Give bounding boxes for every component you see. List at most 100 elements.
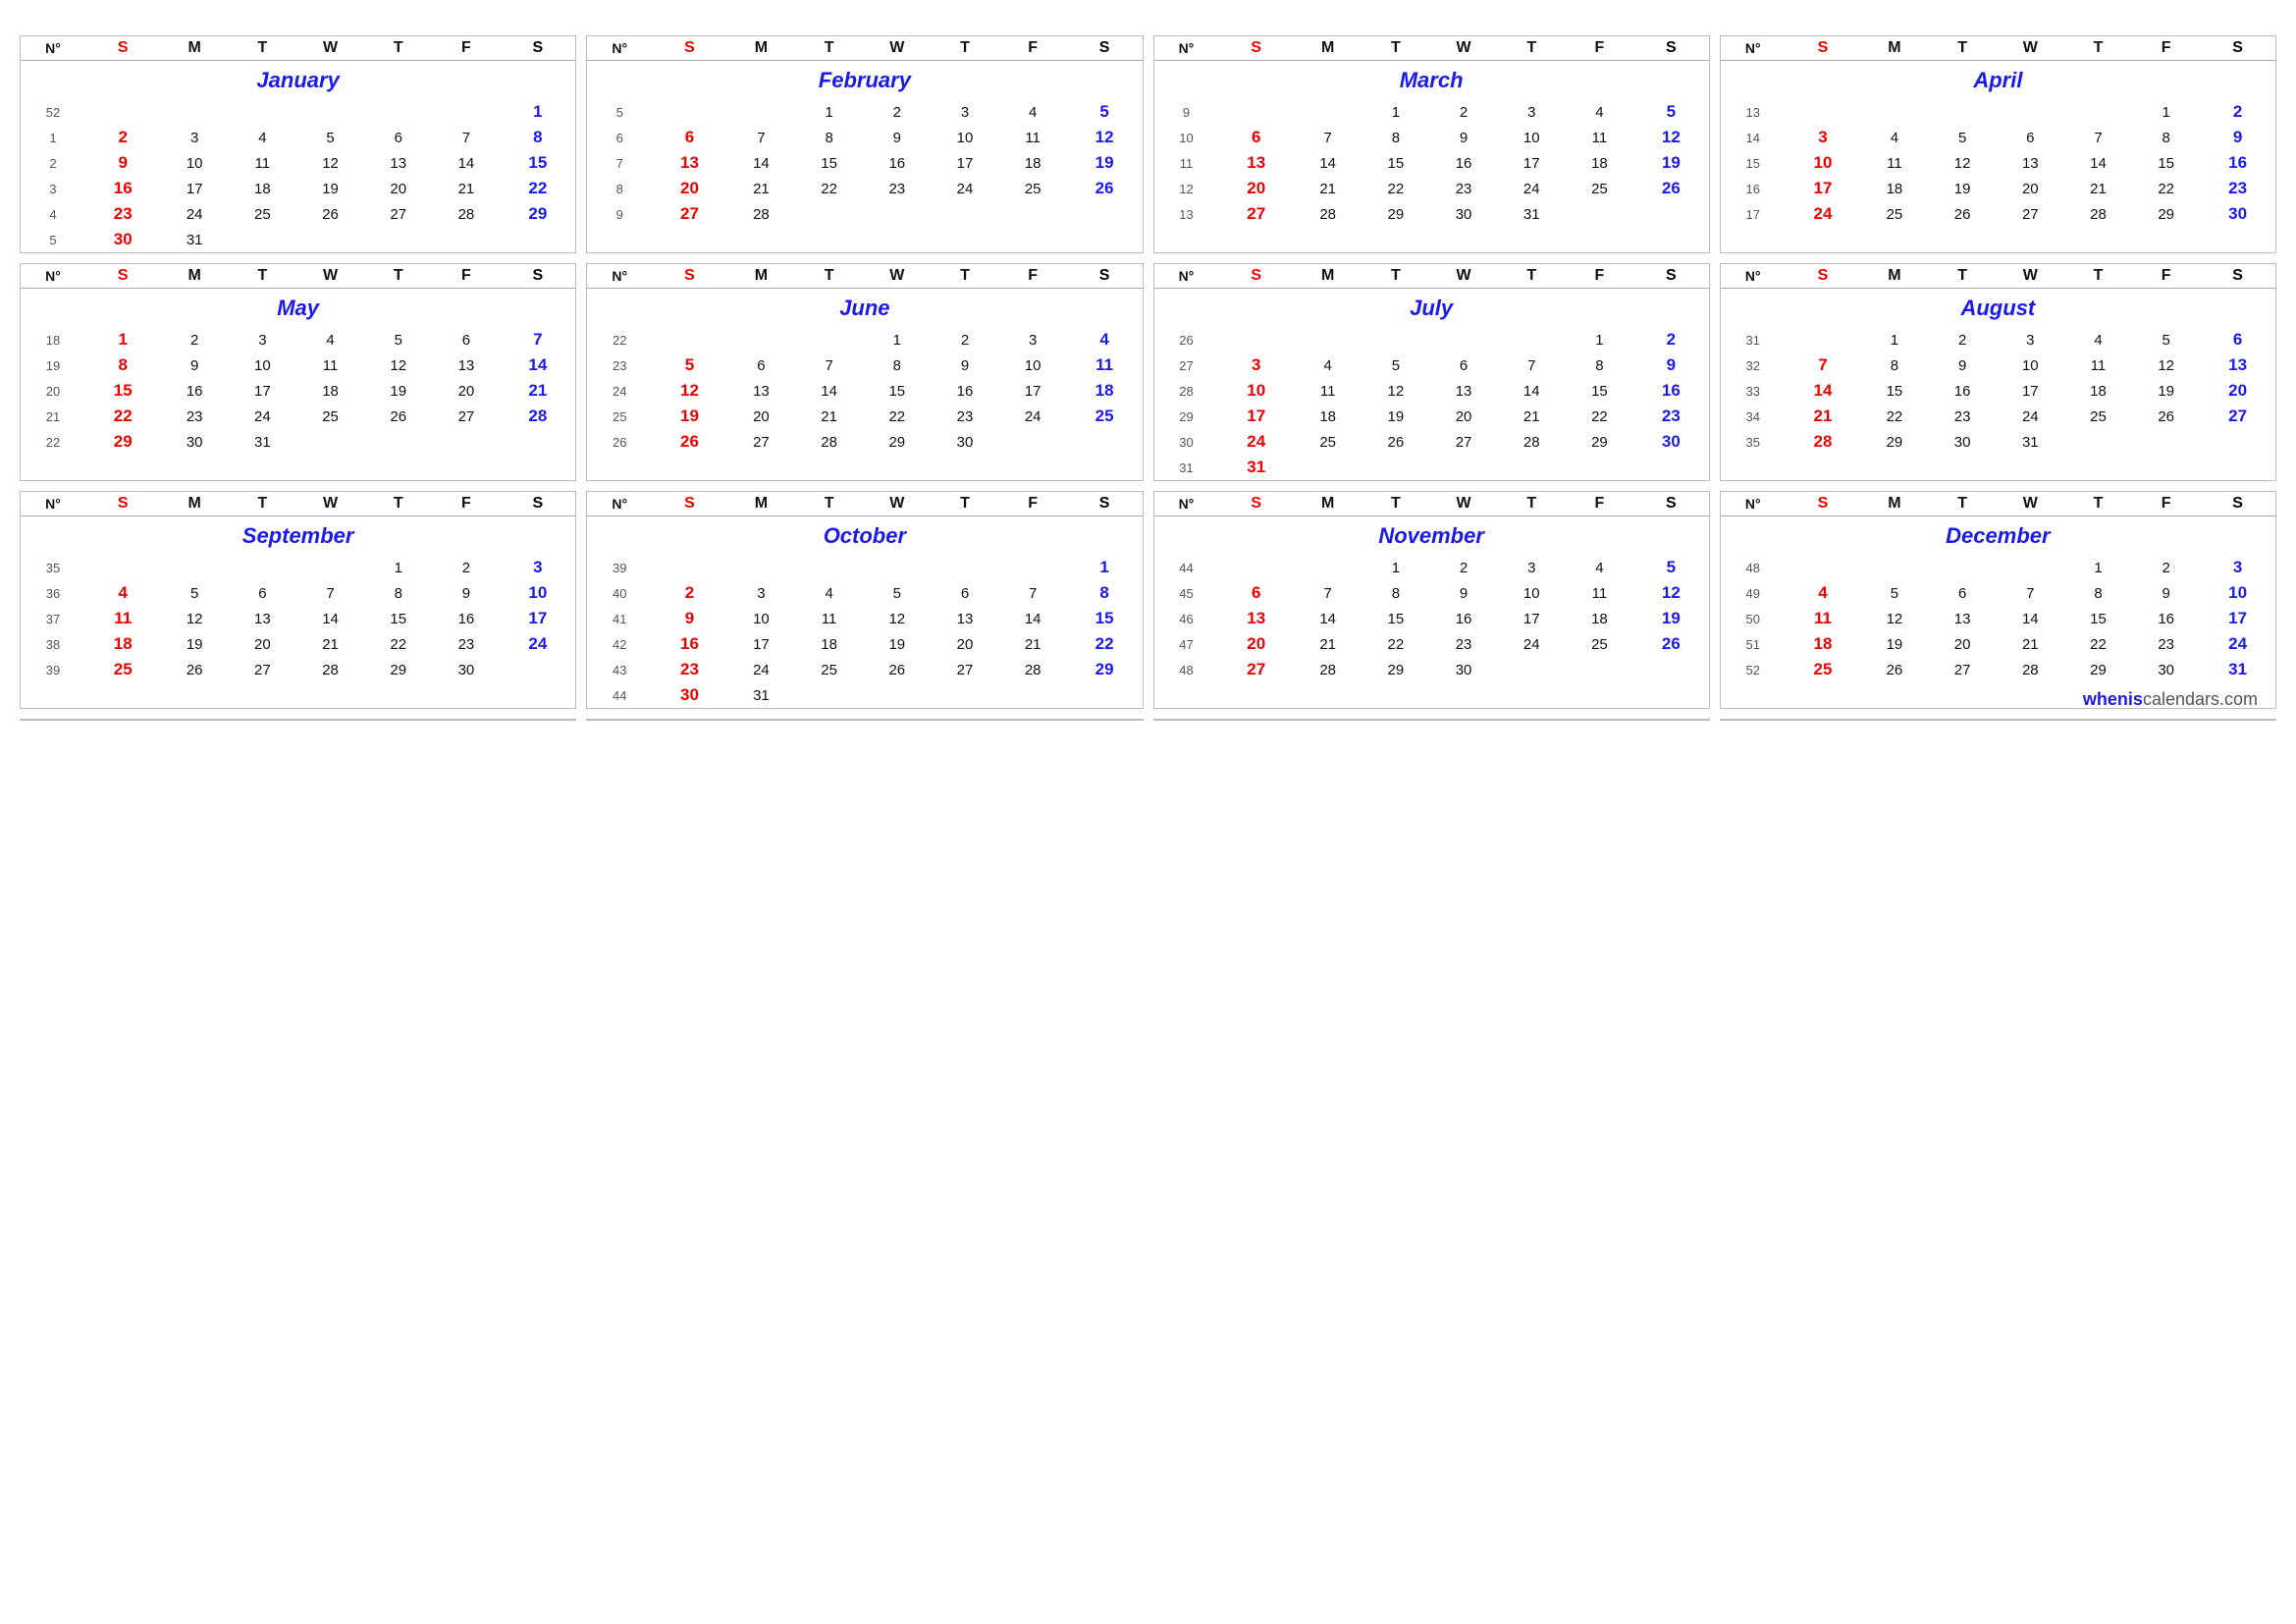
day-cell: 24 xyxy=(931,176,998,201)
day-cell: 8 xyxy=(2132,125,2200,150)
day-cell: 17 xyxy=(501,606,576,631)
table-row: 456789101112 xyxy=(1154,580,1709,606)
day-cell: 12 xyxy=(2132,352,2200,378)
day-cell: 3 xyxy=(1786,125,1861,150)
day-cell: 9 xyxy=(161,352,229,378)
day-cell: 1 xyxy=(1566,327,1633,352)
week-number: 14 xyxy=(1721,125,1786,150)
footer-block-1 xyxy=(20,719,576,721)
month-title: January xyxy=(23,64,573,96)
calendar-grid-top: JanuaryN°SMTWTFS521123456782910111213141… xyxy=(20,35,2276,253)
day-cell xyxy=(863,682,931,708)
week-number: 18 xyxy=(21,327,85,352)
day-cell: 9 xyxy=(1429,580,1497,606)
week-number: 34 xyxy=(1721,404,1786,429)
day-cell xyxy=(364,99,432,125)
col-header-day: F xyxy=(2132,264,2200,289)
week-number: 50 xyxy=(1721,606,1786,631)
day-cell: 29 xyxy=(863,429,931,455)
col-header-day: T xyxy=(931,36,998,61)
day-cell: 19 xyxy=(863,631,931,657)
week-number: 35 xyxy=(1721,429,1786,455)
week-number: 43 xyxy=(587,657,652,682)
day-cell: 24 xyxy=(1997,404,2064,429)
table-row: 3645678910 xyxy=(21,580,575,606)
day-cell xyxy=(1929,99,1997,125)
table-row: 1113141516171819 xyxy=(1154,150,1709,176)
day-cell: 6 xyxy=(1429,352,1497,378)
day-cell xyxy=(501,227,576,252)
col-header-day: M xyxy=(161,492,229,516)
day-cell: 25 xyxy=(1786,657,1861,682)
col-header-day: T xyxy=(1362,492,1429,516)
day-cell: 27 xyxy=(931,657,998,682)
day-cell: 12 xyxy=(1633,125,1709,150)
day-cell xyxy=(795,682,863,708)
day-cell xyxy=(999,429,1067,455)
day-cell: 10 xyxy=(1218,378,1294,404)
col-header-day: F xyxy=(999,36,1067,61)
week-number: 5 xyxy=(587,99,652,125)
col-header-day: W xyxy=(296,492,364,516)
col-header-day: W xyxy=(1429,492,1497,516)
week-number: 25 xyxy=(587,404,652,429)
footer-block-3 xyxy=(1153,719,1710,721)
day-cell: 3 xyxy=(2200,555,2275,580)
table-row: 12345678 xyxy=(21,125,575,150)
day-cell: 19 xyxy=(2132,378,2200,404)
week-number: 2 xyxy=(21,150,85,176)
day-cell: 30 xyxy=(1929,429,1997,455)
day-cell: 13 xyxy=(2200,352,2275,378)
day-cell: 20 xyxy=(1929,631,1997,657)
week-number: 49 xyxy=(1721,580,1786,606)
day-cell: 13 xyxy=(1997,150,2064,176)
day-cell: 8 xyxy=(1362,580,1429,606)
day-cell: 7 xyxy=(2064,125,2132,150)
day-cell: 26 xyxy=(652,429,727,455)
day-cell: 18 xyxy=(1566,606,1633,631)
day-cell: 19 xyxy=(1362,404,1429,429)
col-header-day: T xyxy=(364,36,432,61)
table-row: 39252627282930 xyxy=(21,657,575,682)
week-number: 44 xyxy=(1154,555,1219,580)
day-cell: 12 xyxy=(296,150,364,176)
day-cell: 22 xyxy=(85,404,161,429)
day-cell xyxy=(229,227,296,252)
day-cell: 29 xyxy=(2064,657,2132,682)
day-cell: 11 xyxy=(999,125,1067,150)
week-number: 33 xyxy=(1721,378,1786,404)
col-header-day: W xyxy=(1997,264,2064,289)
col-header-sat: S xyxy=(1633,264,1709,289)
col-header-day: M xyxy=(1860,492,1928,516)
day-cell: 2 xyxy=(161,327,229,352)
table-row: 262627282930 xyxy=(587,429,1142,455)
table-row: 132728293031 xyxy=(1154,201,1709,227)
table-row: 820212223242526 xyxy=(587,176,1142,201)
week-number: 9 xyxy=(1154,99,1219,125)
week-number: 41 xyxy=(587,606,652,631)
table-row: 521 xyxy=(21,99,575,125)
day-cell: 14 xyxy=(1786,378,1861,404)
col-header-sun: S xyxy=(652,264,727,289)
day-cell: 22 xyxy=(501,176,576,201)
day-cell: 27 xyxy=(364,201,432,227)
table-row: 4412345 xyxy=(1154,555,1709,580)
col-header-day: M xyxy=(727,264,795,289)
day-cell: 24 xyxy=(2200,631,2275,657)
day-cell: 9 xyxy=(432,580,500,606)
day-cell: 22 xyxy=(1566,404,1633,429)
col-header-day: F xyxy=(2132,36,2200,61)
day-cell: 27 xyxy=(727,429,795,455)
month-block-september: SeptemberN°SMTWTFS3512336456789103711121… xyxy=(20,491,576,709)
week-number: 16 xyxy=(1721,176,1786,201)
day-cell: 2 xyxy=(432,555,500,580)
day-cell: 28 xyxy=(501,404,576,429)
day-cell: 28 xyxy=(727,201,795,227)
col-header-day: M xyxy=(1860,36,1928,61)
col-header-day: F xyxy=(1566,492,1633,516)
day-cell: 4 xyxy=(1860,125,1928,150)
day-cell: 25 xyxy=(2064,404,2132,429)
col-header-sun: S xyxy=(1218,492,1294,516)
col-header-sat: S xyxy=(501,492,576,516)
table-row: 2810111213141516 xyxy=(1154,378,1709,404)
